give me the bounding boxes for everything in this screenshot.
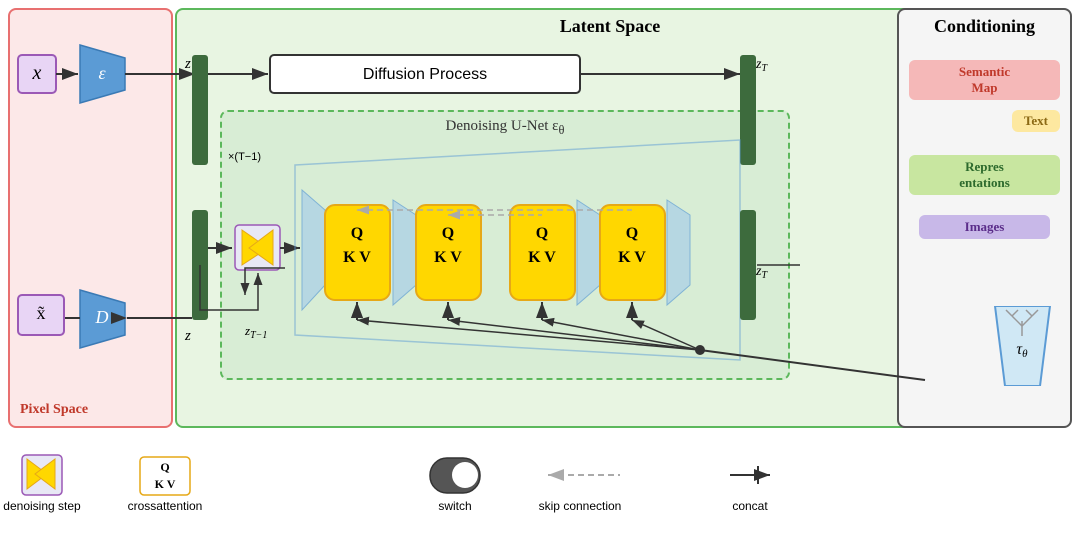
svg-text:Q: Q [160, 460, 169, 474]
tau-box: τθ [990, 306, 1055, 386]
latent-space-title: Latent Space [560, 16, 661, 37]
conditioning-box: Conditioning SemanticMap Text Representa… [897, 8, 1072, 428]
main-container: Pixel Space Latent Space Conditioning Se… [0, 0, 1080, 536]
svg-text:K V: K V [155, 477, 176, 491]
svg-text:concat: concat [732, 499, 768, 513]
conditioning-repr: Representations [909, 155, 1060, 195]
svg-text:denoising step: denoising step [3, 499, 81, 513]
svg-text:switch: switch [438, 499, 471, 513]
pixel-space-label: Pixel Space [20, 402, 88, 418]
conditioning-title: Conditioning [934, 16, 1035, 37]
tau-svg: τθ [990, 306, 1055, 386]
pixel-space-box: Pixel Space [8, 8, 173, 428]
svg-text:skip connection: skip connection [539, 499, 622, 513]
conditioning-semantic: SemanticMap [909, 60, 1060, 100]
conditioning-text: Text [1012, 110, 1060, 132]
unet-title: Denoising U-Net εθ [446, 118, 565, 138]
svg-text:crossattention: crossattention [128, 499, 203, 513]
conditioning-images: Images [919, 215, 1050, 239]
unet-box: Denoising U-Net εθ [220, 110, 790, 380]
